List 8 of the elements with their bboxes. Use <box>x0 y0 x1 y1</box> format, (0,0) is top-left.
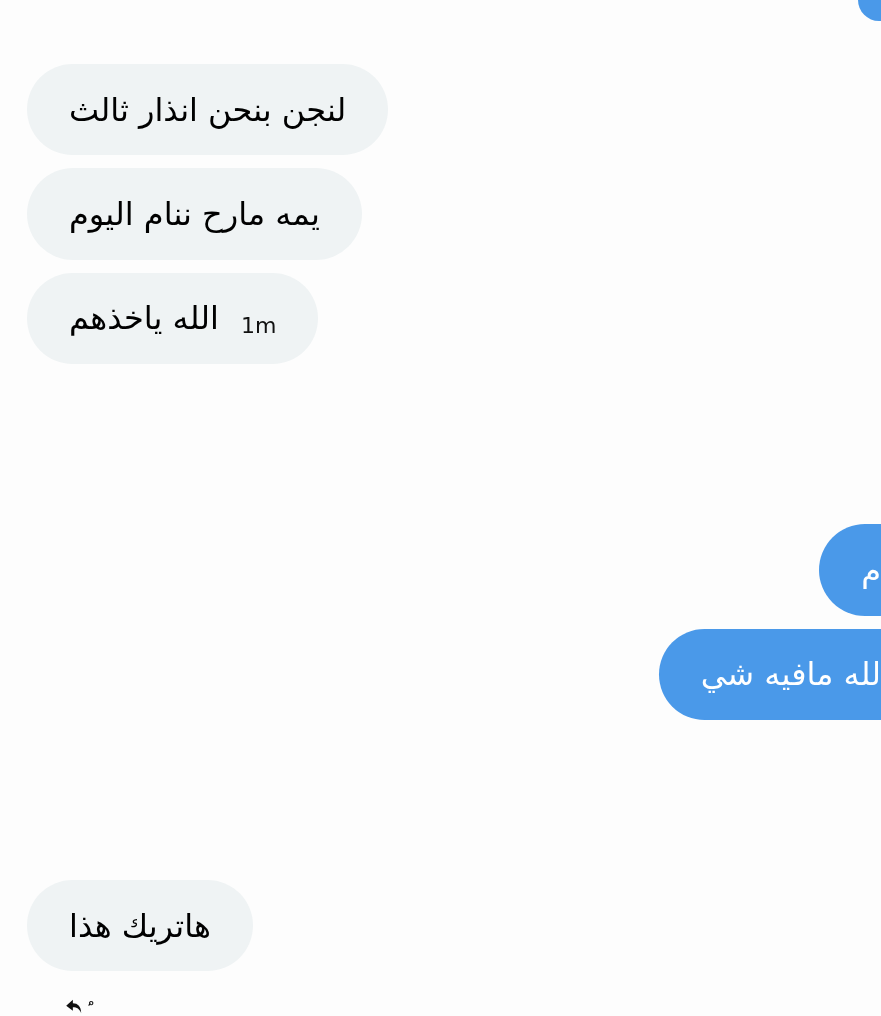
message-text: لنجن بنحن انذار ثالث <box>69 89 347 131</box>
message-text: هاتريك هذا <box>69 905 211 947</box>
timestamp: 1m <box>240 311 277 340</box>
message-text: الله ياخذهم <box>69 298 219 340</box>
message-text: لله مافيه شي <box>700 654 881 696</box>
message-text: يمه مارح ننام اليوم <box>69 193 320 235</box>
message-text: م <box>861 549 881 591</box>
message-bubble <box>858 0 881 21</box>
